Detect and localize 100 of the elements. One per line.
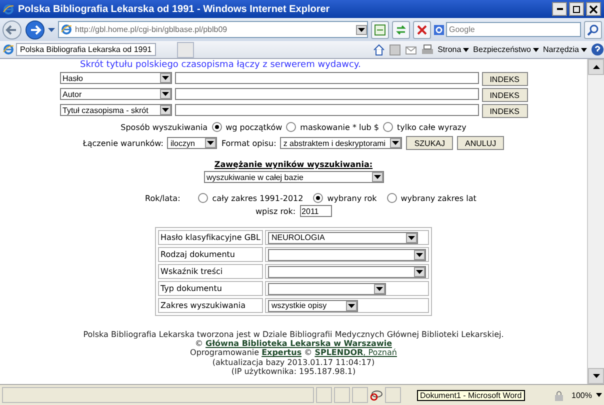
vendor-link[interactable]: SPLENDOR, Poznań [314,348,397,358]
filter-select[interactable]: NEUROLOGIA [268,232,418,244]
caret-icon[interactable] [596,393,602,397]
radio-button[interactable] [313,193,324,203]
browser-logo-icon [3,4,14,14]
index-button[interactable]: INDEKS [482,104,528,118]
privacy-icon [370,389,383,401]
filter-label: Hasło klasyfikacyjne GBL [158,230,264,245]
caret-icon [416,270,424,274]
radio-button[interactable] [212,122,222,132]
scrollbar[interactable] [587,59,604,384]
format-select[interactable]: z abstraktem i deskryptorami [280,137,402,149]
dropdown-button[interactable] [372,172,382,182]
taskbar-tooltip: Dokument1 - Microsoft Word [417,390,525,400]
radio-button[interactable] [383,122,394,132]
dropdown-button[interactable] [374,284,386,294]
copyright-sign: © [304,348,312,358]
section-heading: Zawężanie wyników wyszukiwania: [214,160,373,169]
compatibility-button[interactable] [371,20,389,38]
filter-select[interactable] [268,266,426,278]
search-button[interactable] [584,20,602,38]
radio-label: wg początków [226,122,282,132]
browser-tab[interactable]: Polska Bibliografia Lekarska od 1991 [16,43,156,56]
narrowing-select[interactable]: wyszukiwanie w całej bazie [204,171,384,183]
filter-select[interactable]: wszystkie opisy [268,300,358,312]
year-input-label: wpisz rok: [255,206,296,216]
print-icon[interactable] [420,44,434,56]
back-button[interactable] [2,20,22,40]
software-link[interactable]: Expertus [262,348,302,358]
status-panel [352,387,368,403]
index-button[interactable]: INDEKS [482,88,528,102]
copyright-sign: © [194,339,203,348]
radio-label: wybrany zakres lat [400,194,476,202]
format-label: Format opisu: [221,138,276,148]
radio-button[interactable] [386,193,397,203]
caret-icon [581,48,587,52]
window-title: Polska Bibliografia Lekarska od 1991 - Windows Internet Explorer [18,4,331,14]
dropdown-button[interactable] [414,250,426,260]
search-field[interactable]: Google [446,22,581,37]
search-field-select[interactable]: Autor [60,88,172,100]
command-menu[interactable]: Narzędzia [542,45,579,54]
dropdown-button[interactable] [205,138,216,148]
caret-icon [374,175,380,179]
home-icon[interactable] [372,44,385,56]
command-menu[interactable]: Strona [438,45,462,54]
scroll-up-icon[interactable] [592,65,600,69]
combine-select[interactable]: iloczyn [167,137,218,149]
scroll-down-icon[interactable] [592,374,600,378]
minimize-button[interactable] [552,2,567,16]
caret-icon [162,92,168,96]
dropdown-button[interactable] [160,89,170,99]
search-field-select[interactable]: Tytuł czasopisma - skrót [60,104,172,116]
status-panel [334,387,350,403]
search-input[interactable] [174,104,479,116]
close-button[interactable] [586,2,601,16]
lock-icon[interactable] [554,390,564,400]
stop-icon [416,24,428,36]
dropdown-button[interactable] [390,138,402,148]
form-button[interactable]: ANULUJ [457,136,504,150]
dropdown-button[interactable] [356,24,367,34]
filter-label: Typ dokumentu [158,281,264,296]
radio-button[interactable] [286,122,296,132]
address-field[interactable]: http://gbl.home.pl/cgi-bin/gblbase.pl/pblb09 [58,21,368,38]
dropdown-button[interactable] [160,105,170,115]
dropdown-button[interactable] [406,232,418,242]
search-field-select[interactable]: Hasło [60,72,172,84]
search-input[interactable] [174,72,479,84]
update-text: (aktualizacja bazy 2013.01.17 11:04:17) [212,358,375,367]
search-engine-icon [434,24,444,34]
refresh-button[interactable] [392,20,410,38]
refresh-icon [395,24,407,36]
form-button[interactable]: SZUKAJ [406,136,453,150]
zoom-control[interactable]: 100% [566,390,594,400]
year-label: Rok/lata: [145,194,180,202]
index-button[interactable]: INDEKS [482,72,528,86]
caret-icon [348,304,356,308]
dropdown-button[interactable] [414,266,426,276]
mail-icon[interactable] [404,44,417,56]
maximize-icon [572,4,581,14]
footer-text: Polska Bibliografia Lekarska tworzona jest w Dziale Bibliografii Medycznych Głównej Biblioteki Lekarskiej. [83,330,504,340]
maximize-button[interactable] [569,2,584,16]
caret-icon [463,48,470,52]
library-link[interactable]: Główna Biblioteka Lekarska w Warszawie [206,339,392,348]
info-text: Skrót tytułu polskiego czasopisma łączy z serwerem wydawcy. [80,60,361,70]
caret-icon [416,252,424,256]
dropdown-button[interactable] [160,73,170,83]
caret-icon [358,28,365,32]
status-panel [316,387,332,403]
filter-select[interactable] [268,248,426,260]
help-icon[interactable] [591,43,604,56]
search-input[interactable] [174,88,479,100]
forward-button[interactable] [25,20,45,40]
close-icon [589,4,598,14]
command-menu[interactable]: Bezpieczeństwo [473,45,531,54]
dropdown-button[interactable] [346,300,358,310]
radio-button[interactable] [198,193,208,203]
year-input[interactable]: 2011 [300,205,332,217]
filter-select[interactable] [268,282,386,294]
caret-icon [207,141,214,145]
stop-button[interactable] [413,20,431,38]
